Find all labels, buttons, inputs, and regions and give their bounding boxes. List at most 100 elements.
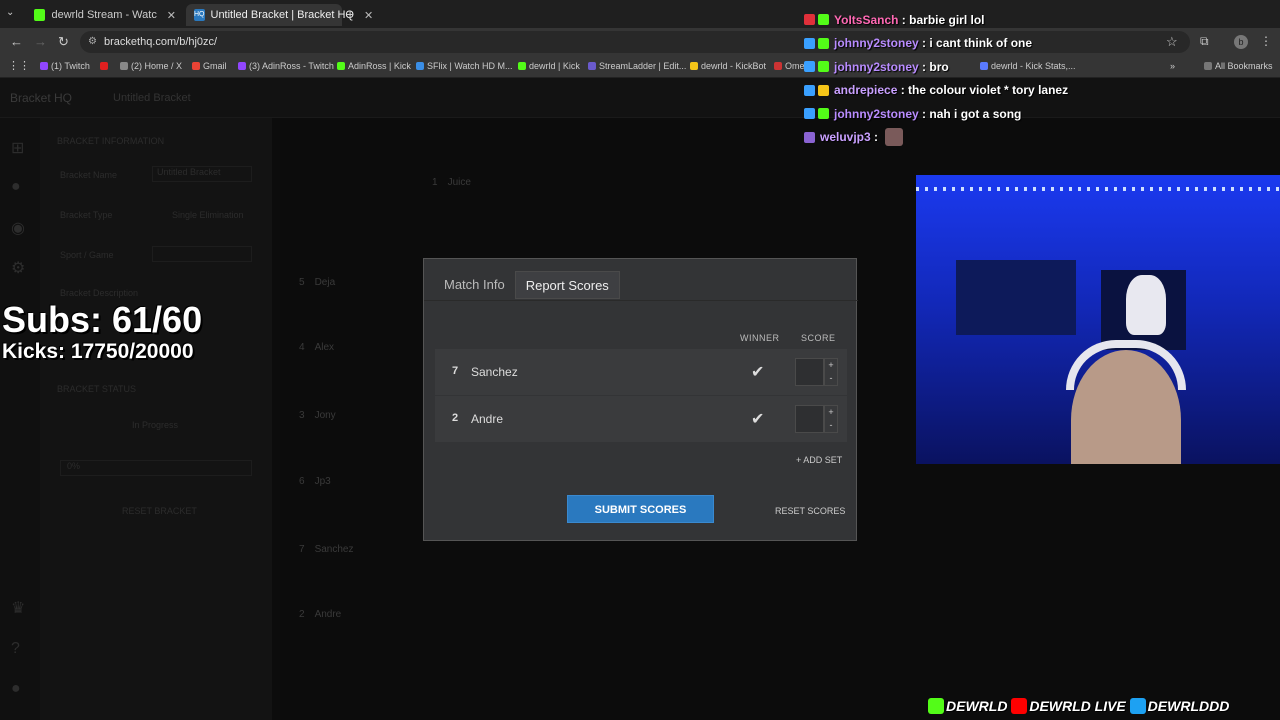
increment-icon[interactable]: + <box>825 359 837 372</box>
sub-badge-icon <box>804 14 815 26</box>
forward-icon[interactable]: → <box>34 34 47 49</box>
crown-badge-icon <box>818 84 829 96</box>
back-icon[interactable]: ← <box>10 34 23 49</box>
youtube-icon <box>1011 698 1028 714</box>
apps-icon[interactable]: ⋮⋮ <box>8 59 30 72</box>
winner-column-header: WINNER <box>740 333 780 343</box>
bracket-icon[interactable]: ⊞ <box>11 138 24 158</box>
tab-title: Untitled Bracket | Bracket HQ <box>210 9 354 21</box>
help-icon[interactable]: ? <box>11 640 20 658</box>
status-value: In Progress <box>132 420 179 430</box>
chat-username: andrepiece <box>834 83 898 98</box>
chat-text: nah i got a song <box>929 106 1022 121</box>
decrement-icon[interactable]: - <box>825 419 837 432</box>
tab-title: dewrld Stream - Watch Live on <box>51 9 157 21</box>
crown-icon[interactable]: ♛ <box>11 598 25 618</box>
close-icon[interactable]: ✕ <box>364 9 373 22</box>
progress-bar: 0% <box>60 460 252 476</box>
bookmark-item[interactable]: Ome <box>774 61 805 71</box>
socials-banner: DEWRLD DEWRLD LIVE DEWRLDDD <box>928 698 1280 720</box>
sub-badge-icon <box>804 131 815 143</box>
chat-message: YoItsSanch : barbie girl lol <box>804 8 1280 32</box>
bookmark-item[interactable]: (3) AdinRoss - Twitch <box>238 61 334 71</box>
score-input[interactable] <box>795 405 824 433</box>
increment-icon[interactable]: + <box>825 406 837 419</box>
new-tab-icon[interactable]: + <box>346 6 354 22</box>
bracket-slot[interactable]: 1 Juice <box>432 177 471 188</box>
tab-match-info[interactable]: Match Info <box>434 271 515 299</box>
winner-check-icon[interactable]: ✔ <box>751 409 764 429</box>
score-input[interactable] <box>795 358 824 386</box>
wall-poster <box>956 260 1076 335</box>
kicks-counter: Kicks: 17750/20000 <box>2 340 194 363</box>
chat-message: andrepiece : the colour violet * tory la… <box>804 79 1280 103</box>
score-column-header: SCORE <box>801 333 836 343</box>
player-row: 2 Andre ✔ + - <box>435 396 847 442</box>
bookmark-item[interactable]: dewrld | Kick <box>518 61 580 71</box>
webcam-feed <box>916 175 1280 464</box>
bracket-hq-favicon-icon: HQ <box>194 9 205 21</box>
bracket-slot[interactable]: 6 Jp3 <box>299 476 331 487</box>
site-info-icon[interactable]: ⚙ <box>88 31 97 53</box>
tab-search-icon[interactable]: ⌄ <box>6 7 20 21</box>
gear-icon[interactable]: ⚙ <box>11 258 25 278</box>
bookmark-item[interactable]: dewrld - KickBot <box>690 61 766 71</box>
reload-icon[interactable]: ↻ <box>58 34 69 50</box>
reset-scores-button[interactable]: RESET SCORES <box>775 506 845 516</box>
chat-overlay: YoItsSanch : barbie girl lol johnny2ston… <box>804 8 1280 149</box>
chat-username: johnny2stoney <box>834 59 919 74</box>
led-strip <box>916 187 1280 191</box>
chat-message: johnny2stoney : bro <box>804 55 1280 79</box>
app-logo[interactable]: Bracket HQ <box>10 91 72 105</box>
close-icon[interactable]: ✕ <box>167 9 176 22</box>
bookmark-item[interactable]: SFlix | Watch HD M... <box>416 61 513 71</box>
bracket-slot[interactable]: 7 Sanchez <box>299 544 353 555</box>
bookmark-item[interactable]: AdinRoss | Kick <box>337 61 411 71</box>
youtube-handle: DEWRLD LIVE <box>1029 698 1126 714</box>
modal-tabs: Match Info Report Scores <box>434 271 620 299</box>
section-heading: BRACKET STATUS <box>57 384 137 394</box>
account-icon[interactable]: ● <box>11 680 21 698</box>
bookmark-item[interactable]: StreamLadder | Edit... <box>588 61 686 71</box>
bracket-type-value[interactable]: Single Elimination <box>172 210 244 220</box>
goose-figure <box>1126 275 1166 335</box>
chat-text: bro <box>929 59 949 74</box>
player-seed: 2 <box>452 412 459 424</box>
tab-bracket-hq[interactable]: HQ Untitled Bracket | Bracket HQ ✕ <box>186 4 373 26</box>
bookmark-item[interactable] <box>100 61 111 71</box>
winner-check-icon[interactable]: ✔ <box>751 362 764 382</box>
palette-icon[interactable]: ◉ <box>11 218 25 238</box>
bookmark-item[interactable]: Gmail <box>192 61 227 71</box>
chat-username: johnny2stoney <box>834 36 919 51</box>
decrement-icon[interactable]: - <box>825 372 837 385</box>
kick-badge-icon <box>818 108 829 120</box>
bracket-slot[interactable]: 4 Alex <box>299 342 334 353</box>
bookmark-item[interactable]: (2) Home / X <box>120 61 182 71</box>
bracket-name-input[interactable]: Untitled Bracket <box>152 166 252 182</box>
submit-scores-button[interactable]: SUBMIT SCORES <box>567 495 714 523</box>
section-heading: BRACKET INFORMATION <box>57 136 165 146</box>
field-label: Bracket Type <box>60 210 113 220</box>
score-stepper[interactable]: + - <box>824 358 838 386</box>
sport-input[interactable] <box>152 246 252 262</box>
users-icon[interactable]: ● <box>11 178 21 196</box>
bracket-slot[interactable]: 2 Andre <box>299 609 341 620</box>
reset-bracket-button[interactable]: RESET BRACKET <box>122 506 197 516</box>
bracket-slot[interactable]: 3 Jony <box>299 410 336 421</box>
kick-badge-icon <box>818 37 829 49</box>
chat-username: weluvjp3 <box>820 130 871 145</box>
bookmark-item[interactable]: (1) Twitch <box>40 61 90 71</box>
tab-report-scores[interactable]: Report Scores <box>514 271 620 299</box>
twitter-icon <box>1129 698 1146 714</box>
add-set-button[interactable]: + ADD SET <box>796 455 842 465</box>
bracket-slot[interactable]: 5 Deja <box>299 277 335 288</box>
chat-message: weluvjp3 : <box>804 126 1280 150</box>
chat-message: johnny2stoney : nah i got a song <box>804 102 1280 126</box>
field-label: Bracket Description <box>60 288 139 298</box>
chat-message: johnny2stoney : i cant think of one <box>804 32 1280 56</box>
score-stepper[interactable]: + - <box>824 405 838 433</box>
tab-dewrld-stream[interactable]: dewrld Stream - Watch Live on ✕ <box>26 4 184 26</box>
chat-text: the colour violet * tory lanez <box>908 83 1069 98</box>
twitter-handle: DEWRLDDD <box>1147 698 1230 714</box>
chat-username: johnny2stoney <box>834 106 919 121</box>
